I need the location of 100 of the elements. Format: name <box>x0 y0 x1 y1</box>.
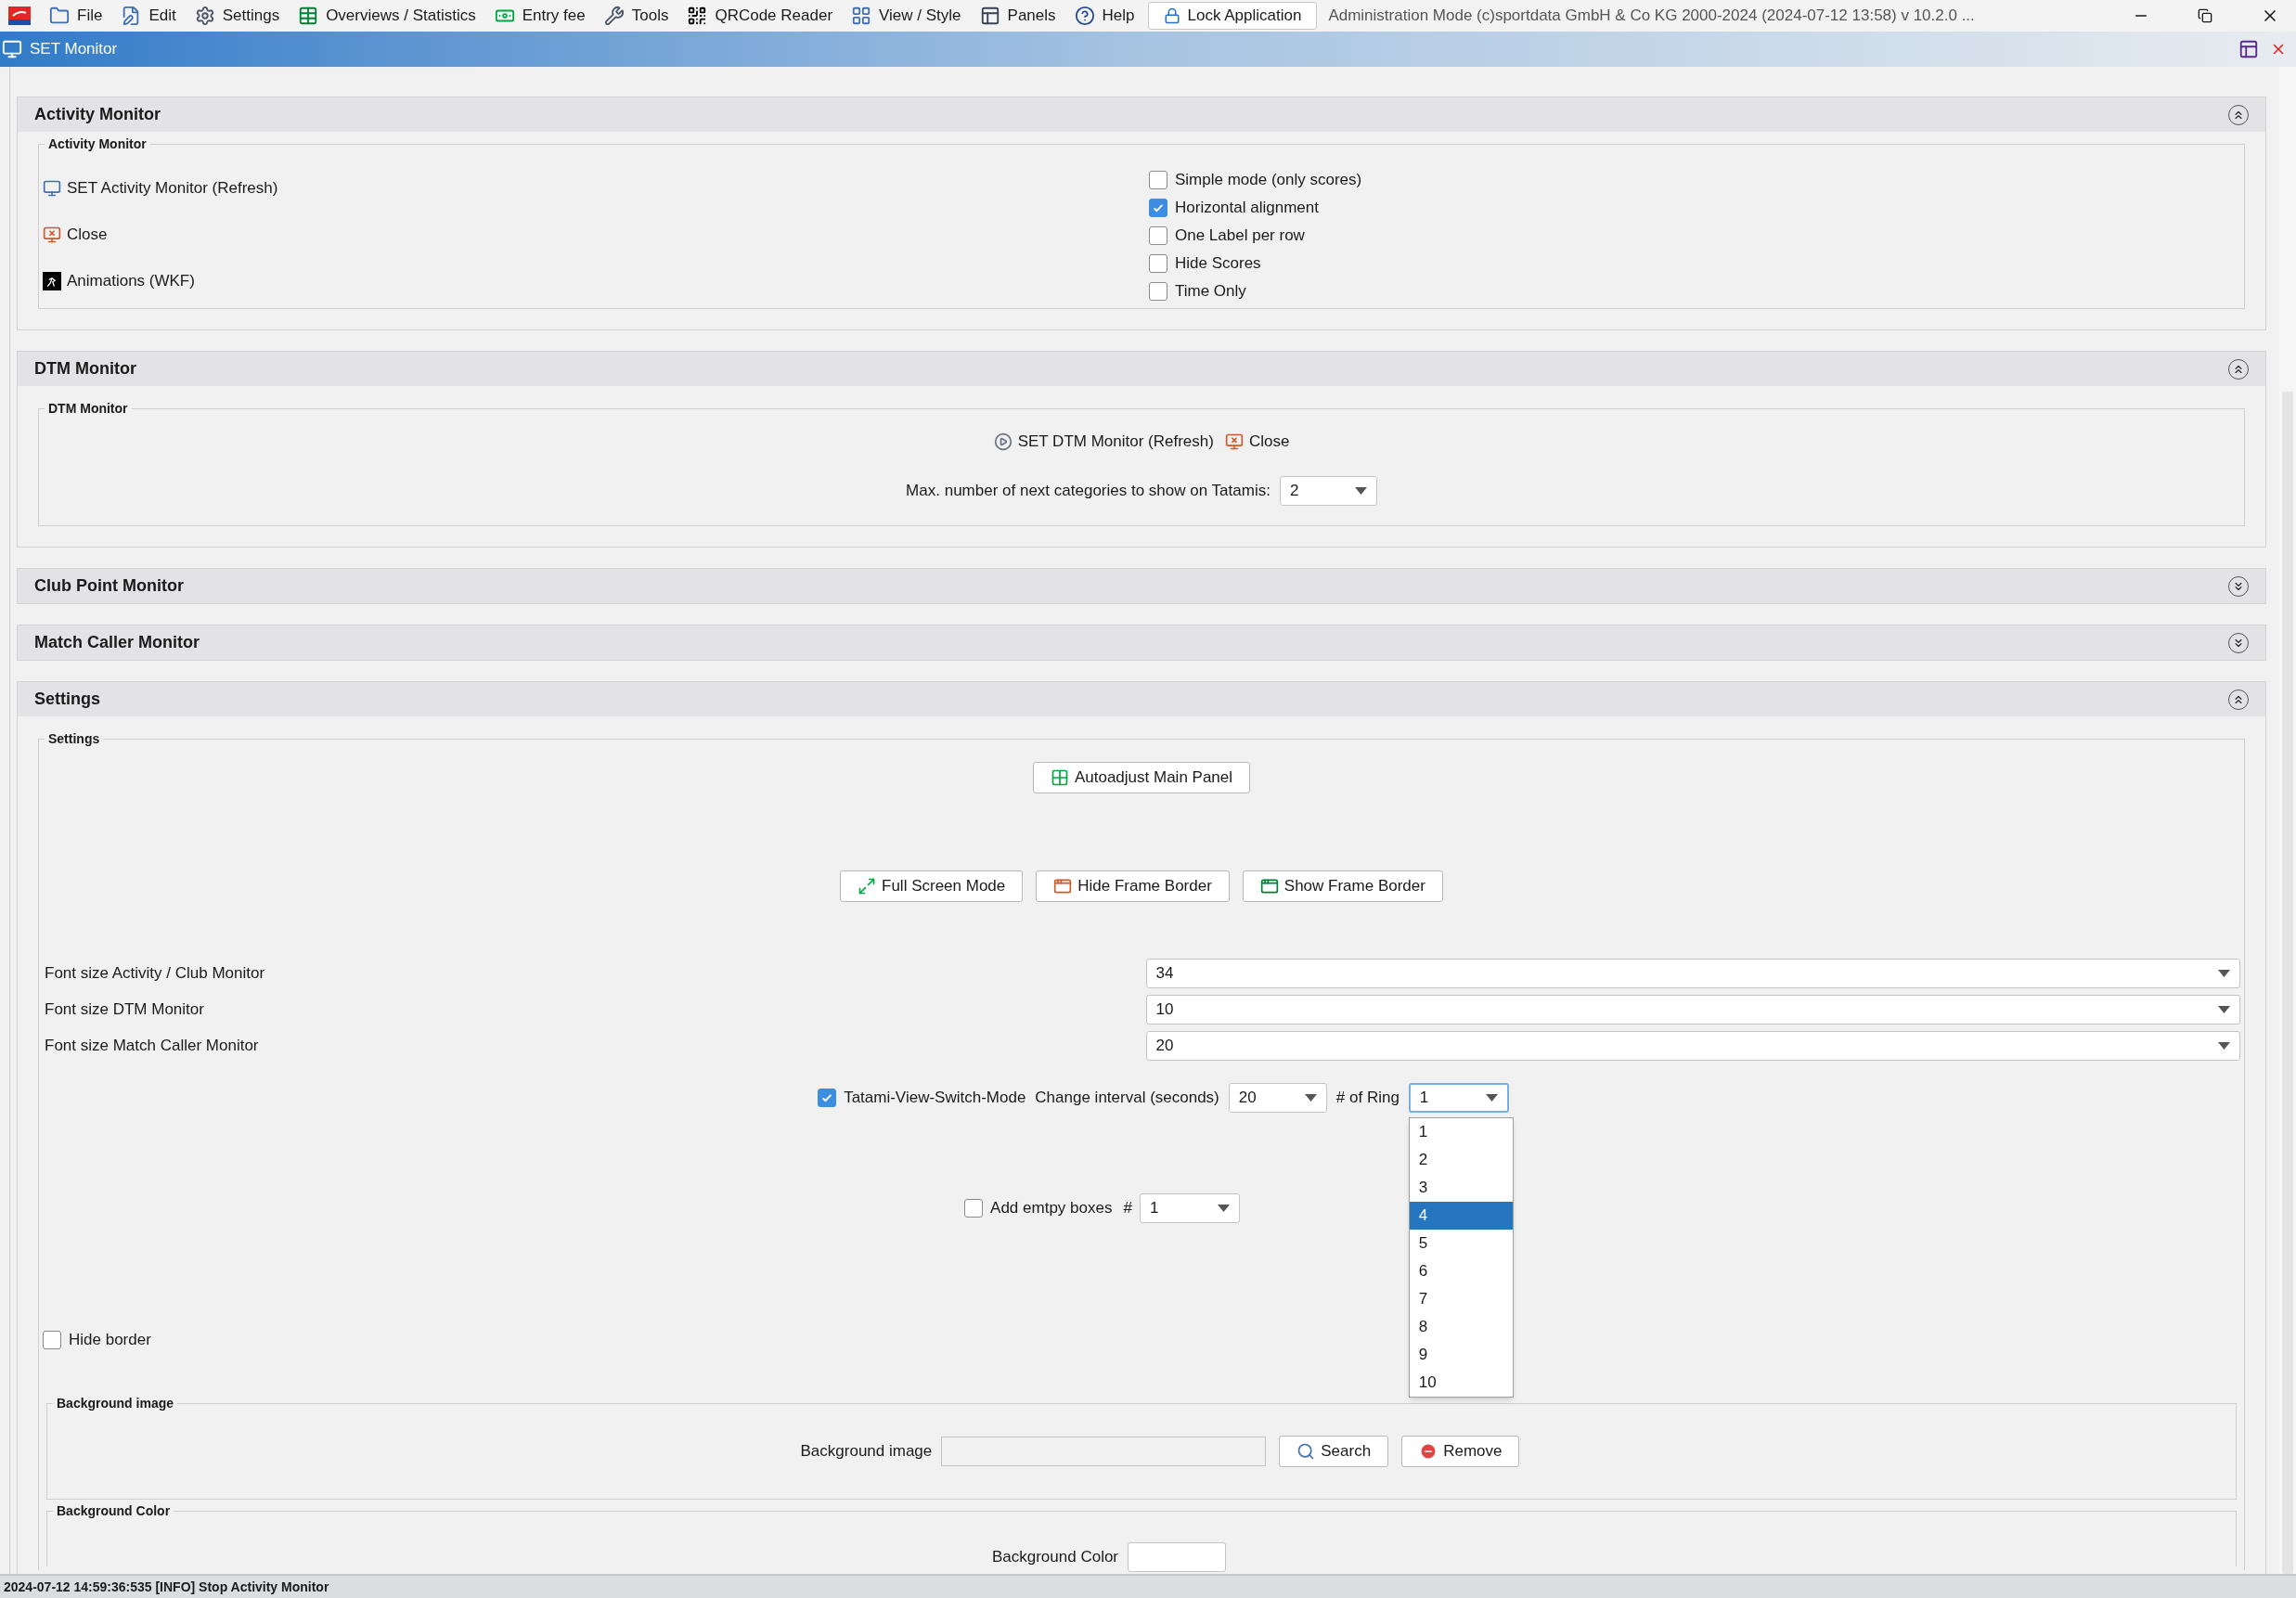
play-icon <box>993 432 1013 451</box>
section-header[interactable]: DTM Monitor <box>18 352 2265 386</box>
link-button[interactable]: SET Activity Monitor (Refresh) <box>43 178 278 199</box>
dropdown-option[interactable]: 4 <box>1409 1202 1513 1230</box>
checkbox[interactable] <box>1149 199 1167 217</box>
menu-item[interactable]: Tools <box>603 4 669 28</box>
dropdown[interactable]: 20 <box>1145 1031 2240 1061</box>
section-header[interactable]: Activity Monitor <box>18 97 2265 132</box>
table-icon <box>298 6 319 26</box>
field-label: Background Color <box>991 1547 1119 1568</box>
menu-item[interactable]: Entry fee <box>494 4 586 28</box>
dropdown[interactable]: 1 <box>1408 1083 1509 1113</box>
checkbox[interactable] <box>1149 171 1167 189</box>
group-title: Background Color <box>53 1502 174 1519</box>
group-title: Background image <box>53 1395 178 1411</box>
checkbox[interactable] <box>1149 254 1167 273</box>
checkbox-label: Add emtpy boxes <box>990 1198 1113 1219</box>
caret-icon <box>2218 970 2230 977</box>
group-title: Activity Monitor <box>45 135 150 152</box>
status-bar: 2024-07-12 14:59:36:535 [INFO] Stop Activity Monitor <box>0 1574 2296 1598</box>
button[interactable]: Full Screen Mode <box>840 870 1024 902</box>
settings-icon <box>194 6 215 26</box>
menu-item[interactable]: Panels <box>979 4 1056 28</box>
button[interactable]: Autoadjust Main Panel <box>1032 762 1251 793</box>
checkbox-label: Horizontal alignment <box>1175 198 1319 219</box>
section-header[interactable]: Club Point Monitor <box>18 569 2265 603</box>
checkbox-label: One Label per row <box>1175 226 1305 247</box>
field-label: Change interval (seconds) <box>1035 1088 1219 1109</box>
monitor-close-icon <box>43 226 61 244</box>
button[interactable]: Show Frame Border <box>1242 870 1443 902</box>
app-logo-icon <box>8 6 31 25</box>
caret-icon <box>1485 1094 1498 1102</box>
lock-button[interactable]: Lock Application <box>1147 2 1318 30</box>
field-label: Font size DTM Monitor <box>44 999 205 1021</box>
link-button[interactable]: Close <box>1224 430 1290 454</box>
dropdown[interactable]: 2 <box>1279 475 1377 506</box>
menu-item[interactable]: QRCode Reader <box>687 4 833 28</box>
checkbox-label: Tatami-View-Switch-Mode <box>844 1088 1026 1109</box>
checkmark-icon <box>1152 201 1165 214</box>
field-label: Max. number of next categories to show on Tatamis: <box>906 480 1271 501</box>
dropdown[interactable]: 1 <box>1139 1193 1240 1223</box>
button[interactable]: Hide Frame Border <box>1036 870 1230 902</box>
checkbox-label: Time Only <box>1175 281 1246 303</box>
caret-icon <box>1217 1205 1230 1212</box>
window-icon <box>1259 877 1279 896</box>
checkbox[interactable] <box>818 1089 837 1107</box>
menu-item[interactable]: Settings <box>194 4 280 28</box>
dropdown-option[interactable]: 2 <box>1409 1146 1513 1174</box>
windows-icon[interactable] <box>2238 39 2259 59</box>
dropdown-option[interactable]: 9 <box>1409 1341 1513 1369</box>
section-header[interactable]: Match Caller Monitor <box>18 625 2265 660</box>
wrench-icon <box>603 6 625 26</box>
scrollbar[interactable] <box>2279 67 2296 1574</box>
checkbox-label: Hide Scores <box>1175 253 1261 275</box>
caret-icon <box>1354 486 1367 495</box>
expand-icon <box>858 877 877 896</box>
dropdown-option[interactable]: 3 <box>1409 1174 1513 1202</box>
monitor-icon <box>2 39 22 59</box>
app-info: Administration Mode (c)sportdata GmbH & Co KG 2000-2024 (2024-07-12 13:58) v 10.2.0 ... <box>1328 6 1975 27</box>
lock-icon <box>1163 7 1180 24</box>
input-field[interactable] <box>941 1437 1267 1466</box>
dropdown[interactable]: 34 <box>1145 959 2240 988</box>
dropdown-option[interactable]: 10 <box>1409 1369 1513 1397</box>
dropdown-option[interactable]: 1 <box>1409 1118 1513 1146</box>
dropdown[interactable]: 10 <box>1145 995 2240 1025</box>
dropdown-option[interactable]: 8 <box>1409 1313 1513 1341</box>
menu-item[interactable]: Help <box>1074 4 1135 28</box>
dropdown-option[interactable]: 5 <box>1409 1230 1513 1257</box>
title-bar: SET Monitor <box>0 32 2296 67</box>
menu-item[interactable]: File <box>49 4 103 28</box>
search-icon <box>1296 1442 1316 1461</box>
field-label: Font size Activity / Club Monitor <box>44 963 266 985</box>
menu-item[interactable]: View / Style <box>851 4 961 28</box>
checkbox[interactable] <box>43 1331 61 1349</box>
dropdown-option[interactable]: 6 <box>1409 1257 1513 1285</box>
menu-item[interactable]: Edit <box>121 4 176 28</box>
help-icon <box>1074 6 1095 26</box>
checkbox[interactable] <box>964 1199 984 1218</box>
field-label: Background image <box>800 1441 933 1463</box>
button[interactable]: Remove <box>1401 1436 1520 1467</box>
restore-icon[interactable] <box>2198 8 2212 23</box>
caret-icon <box>2218 1042 2230 1050</box>
checkbox[interactable] <box>1149 282 1167 301</box>
caret-icon <box>1304 1094 1317 1102</box>
dropdown-option[interactable]: 7 <box>1409 1285 1513 1313</box>
checkbox[interactable] <box>1149 226 1167 245</box>
dropdown[interactable]: 20 <box>1228 1083 1327 1113</box>
button[interactable]: Search <box>1279 1436 1389 1467</box>
link-button[interactable]: SET DTM Monitor (Refresh) <box>993 430 1214 454</box>
field-label: # <box>1123 1198 1132 1219</box>
caret-icon <box>2218 1006 2230 1013</box>
link-button[interactable]: Close <box>43 225 108 245</box>
checkbox-label: Hide border <box>69 1330 151 1351</box>
folder-icon <box>49 6 70 26</box>
color-field[interactable] <box>1128 1542 1227 1572</box>
checkbox-label: Simple mode (only scores) <box>1175 170 1362 191</box>
link-button[interactable]: Animations (WKF) <box>43 271 195 291</box>
menu-item[interactable]: Overviews / Statistics <box>298 4 476 28</box>
field-label: Font size Match Caller Monitor <box>44 1036 260 1057</box>
section-header[interactable]: Settings <box>18 682 2265 716</box>
